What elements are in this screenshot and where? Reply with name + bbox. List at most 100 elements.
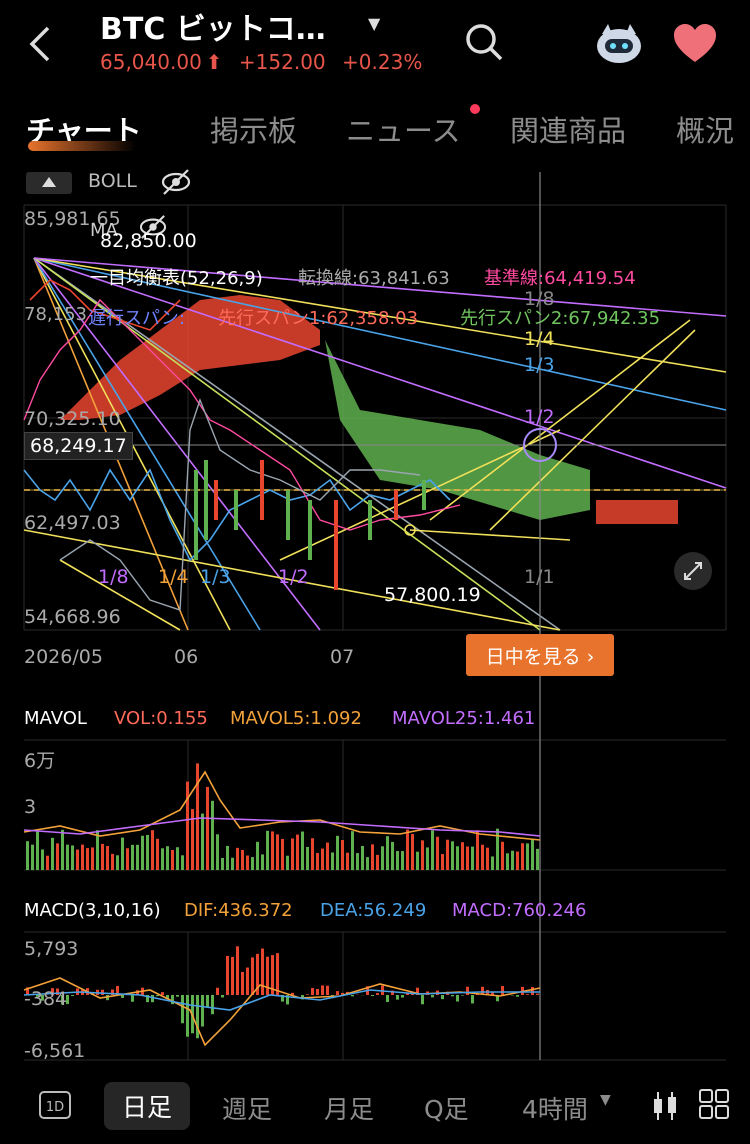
macd-bar <box>226 955 229 995</box>
visibility-off-icon[interactable] <box>160 168 192 196</box>
timeframe-bar: 1D 日足 週足 月足 Q足 4時間 ▼ <box>0 1072 750 1144</box>
tab-4hour[interactable]: 4時間 <box>522 1090 588 1126</box>
volume-bar <box>386 836 389 870</box>
macd-bar <box>211 995 214 1015</box>
volume-bar <box>376 854 379 870</box>
macd-dif: DIF:436.372 <box>184 900 293 921</box>
macd-bar <box>306 994 309 995</box>
volume-bar <box>71 845 74 870</box>
see-intraday-button[interactable]: 日中を見る › <box>466 634 614 676</box>
macd-bar <box>386 995 389 1003</box>
volume-bar <box>316 852 319 870</box>
volume-bar <box>421 840 424 870</box>
volume-bar <box>321 848 324 870</box>
volume-bar <box>296 834 299 870</box>
volume-bar <box>371 844 374 870</box>
current-price: 65,040.00 <box>100 50 202 74</box>
collapse-toggle-button[interactable] <box>26 172 72 194</box>
volume-bar <box>46 855 49 870</box>
volume-bar <box>256 841 259 870</box>
macd-title: MACD(3,10,16) <box>24 900 161 921</box>
volume-bar <box>511 850 514 870</box>
volume-bar <box>336 835 339 870</box>
favorite-heart-icon[interactable] <box>672 22 718 64</box>
grid-layout-icon[interactable] <box>698 1088 730 1120</box>
volume-bar <box>411 833 414 870</box>
tab-related[interactable]: 関連商品 <box>510 108 626 150</box>
volume-bar <box>301 831 304 870</box>
senkou2-label: 先行スパン2:67,942.35 <box>460 308 661 329</box>
volume-bar <box>216 834 219 870</box>
fib-label: 1/2 <box>278 566 309 588</box>
expand-chart-button[interactable] <box>674 552 712 590</box>
macd-bar <box>246 967 249 995</box>
volume-bar <box>151 830 154 870</box>
volume-bar <box>76 849 79 870</box>
volume-bar <box>326 842 329 870</box>
tab-quarterly[interactable]: Q足 <box>424 1090 469 1126</box>
volume-bar <box>351 831 354 870</box>
volume-bar <box>536 848 539 870</box>
volume-bar <box>181 855 184 870</box>
low-price-label: 57,800.19 <box>384 584 481 606</box>
volume-bar <box>106 845 109 870</box>
volume-bar <box>521 843 524 870</box>
macd-y-label: -384 <box>24 988 68 1010</box>
svg-text:1D: 1D <box>46 1100 64 1115</box>
macd-bar <box>501 986 504 995</box>
volume-bar <box>271 831 274 870</box>
tab-monthly[interactable]: 月足 <box>324 1090 374 1126</box>
volume-bar <box>466 846 469 870</box>
macd-bar <box>396 995 399 1000</box>
volume-bar <box>341 840 344 870</box>
ai-robot-icon[interactable] <box>594 20 644 66</box>
volume-bar <box>136 844 139 870</box>
volume-bar <box>66 844 69 870</box>
volume-bar <box>416 851 419 870</box>
volume-bar <box>286 855 289 870</box>
volume-bar <box>491 856 494 870</box>
macd-bar <box>326 985 329 995</box>
chevron-down-icon[interactable]: ▼ <box>368 14 380 33</box>
y-label-bottom: 54,668.96 <box>24 606 121 628</box>
tab-overview[interactable]: 概況 <box>676 108 734 150</box>
symbol-title[interactable]: BTC ビットコ… <box>100 4 326 48</box>
one-day-icon[interactable]: 1D <box>38 1090 72 1120</box>
dropdown-caret-icon[interactable]: ▼ <box>600 1092 611 1108</box>
mavol5-value: MAVOL5:1.092 <box>230 708 362 729</box>
macd-bar <box>466 986 469 995</box>
fib-label: 1/2 <box>524 406 555 428</box>
tab-weekly[interactable]: 週足 <box>222 1090 272 1126</box>
volume-bar <box>446 839 449 870</box>
macd-bar <box>261 948 264 995</box>
volume-bar <box>221 857 224 870</box>
volume-bar <box>391 841 394 870</box>
candlestick-icon[interactable] <box>650 1090 680 1122</box>
tab-news[interactable]: ニュース <box>346 108 461 150</box>
macd-bar <box>181 995 184 1024</box>
macd-bar <box>151 995 154 1003</box>
volume-bar <box>311 838 314 870</box>
tab-daily[interactable]: 日足 <box>104 1082 191 1130</box>
back-arrow-icon[interactable] <box>22 22 62 66</box>
fib-label: 1/1 <box>524 566 555 588</box>
volume-bar <box>231 857 234 870</box>
search-icon[interactable] <box>462 20 506 64</box>
macd-y-label: 5,793 <box>24 938 79 960</box>
volume-bar <box>261 854 264 870</box>
volume-bar <box>141 835 144 870</box>
volume-bar <box>456 846 459 870</box>
crosshair-price-box: 68,249.17 <box>24 432 133 460</box>
fib-label: 1/8 <box>98 566 129 588</box>
volume-bar <box>501 841 504 870</box>
volume-bar <box>36 831 39 870</box>
macd-bar <box>236 946 239 995</box>
macd-bar <box>206 995 209 1008</box>
volume-bar <box>111 853 114 870</box>
macd-bar <box>441 995 444 1000</box>
volume-bar <box>281 838 284 870</box>
tab-board[interactable]: 掲示板 <box>210 108 297 150</box>
macd-bar <box>456 995 459 1002</box>
macd-bar <box>131 995 134 1002</box>
volume-bar <box>206 786 209 870</box>
